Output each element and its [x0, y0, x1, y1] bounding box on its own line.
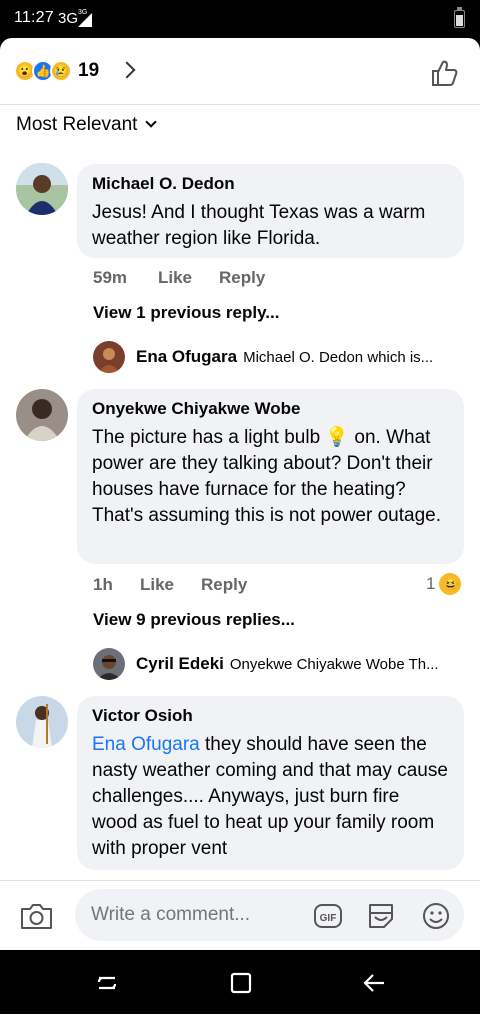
reply-link[interactable]: Reply	[201, 575, 247, 595]
avatar[interactable]	[16, 163, 68, 215]
reply-preview[interactable]: Ena Ofugara Michael O. Dedon which is...	[93, 340, 433, 374]
comment-text: The picture has a light bulb 💡 on. What …	[92, 425, 450, 529]
comment-author[interactable]: Michael O. Dedon	[92, 174, 450, 194]
reaction-count: 19	[78, 60, 100, 81]
comment-bubble[interactable]: Michael O. Dedon Jesus! And I thought Te…	[77, 164, 464, 258]
comment-reactions[interactable]: 1 😆	[426, 573, 462, 595]
like-link[interactable]: Like	[158, 268, 192, 288]
chevron-right-icon[interactable]	[118, 61, 136, 79]
reply-link[interactable]: Reply	[219, 268, 265, 288]
gif-icon[interactable]: GIF	[313, 901, 343, 931]
avatar[interactable]	[16, 389, 68, 441]
avatar	[93, 341, 125, 373]
emoji-icon[interactable]	[421, 901, 451, 931]
mention-link[interactable]: Ena Ofugara	[92, 734, 200, 755]
comment-actions: 59m Like Reply	[93, 268, 393, 290]
reply-author: Cyril Edeki	[136, 654, 224, 673]
reactions-header: 😮 👍 😢 19	[0, 38, 480, 105]
like-link[interactable]: Like	[140, 575, 174, 595]
comment-time: 1h	[93, 575, 113, 594]
signal-icon	[78, 13, 92, 27]
battery-icon	[454, 7, 465, 28]
status-time: 11:27	[14, 9, 54, 26]
recent-apps-icon[interactable]	[94, 970, 120, 996]
comments-sheet: 😮 👍 😢 19 Most Relevant Michael O. Dedon …	[0, 38, 480, 950]
status-bar: 11:27 3G3G	[0, 0, 480, 38]
reply-preview[interactable]: Cyril Edeki Onyekwe Chiyakwe Wobe Th...	[93, 647, 439, 681]
comment-reaction-count: 1	[426, 574, 436, 593]
comment-text: Ena Ofugara they should have seen the na…	[92, 732, 450, 862]
light-bulb-icon: 💡	[325, 427, 350, 448]
comment-bubble[interactable]: Victor Osioh Ena Ofugara they should hav…	[77, 696, 464, 870]
back-icon[interactable]	[362, 970, 388, 996]
comment-composer: GIF	[0, 880, 480, 950]
gif-label: GIF	[320, 913, 337, 924]
view-previous-replies[interactable]: View 1 previous reply...	[93, 303, 279, 323]
haha-reaction-icon: 😆	[439, 573, 462, 595]
reply-snippet: Onyekwe Chiyakwe Wobe Th...	[229, 655, 439, 673]
system-nav-bar	[0, 950, 480, 1014]
avatar	[93, 648, 125, 680]
avatar[interactable]	[16, 696, 68, 748]
sort-label: Most Relevant	[16, 114, 138, 135]
comment-actions: 1h Like Reply	[93, 575, 393, 597]
comment-box[interactable]: GIF	[75, 889, 464, 941]
comment-author[interactable]: Onyekwe Chiyakwe Wobe	[92, 399, 450, 419]
home-icon[interactable]	[228, 970, 254, 996]
reply-author: Ena Ofugara	[136, 347, 238, 366]
reactions-summary[interactable]: 😮 👍 😢 19	[14, 60, 99, 82]
like-thumb-icon[interactable]	[430, 58, 460, 88]
sticker-icon[interactable]	[366, 901, 396, 931]
comment-input[interactable]	[91, 904, 291, 926]
network-label: 3G	[58, 10, 79, 27]
reply-snippet: Michael O. Dedon which is...	[243, 348, 434, 366]
comment-text-part: The picture has a light bulb	[92, 427, 326, 448]
chevron-down-icon	[145, 116, 158, 128]
comment-author[interactable]: Victor Osioh	[92, 706, 450, 726]
sad-reaction-icon: 😢	[50, 60, 72, 82]
camera-icon[interactable]	[20, 902, 53, 930]
comment-time: 59m	[93, 268, 128, 287]
comment-bubble[interactable]: Onyekwe Chiyakwe Wobe The picture has a …	[77, 389, 464, 564]
view-previous-replies[interactable]: View 9 previous replies...	[93, 610, 295, 630]
comment-text: Jesus! And I thought Texas was a warm we…	[92, 202, 426, 249]
sort-dropdown[interactable]: Most Relevant	[16, 114, 158, 136]
